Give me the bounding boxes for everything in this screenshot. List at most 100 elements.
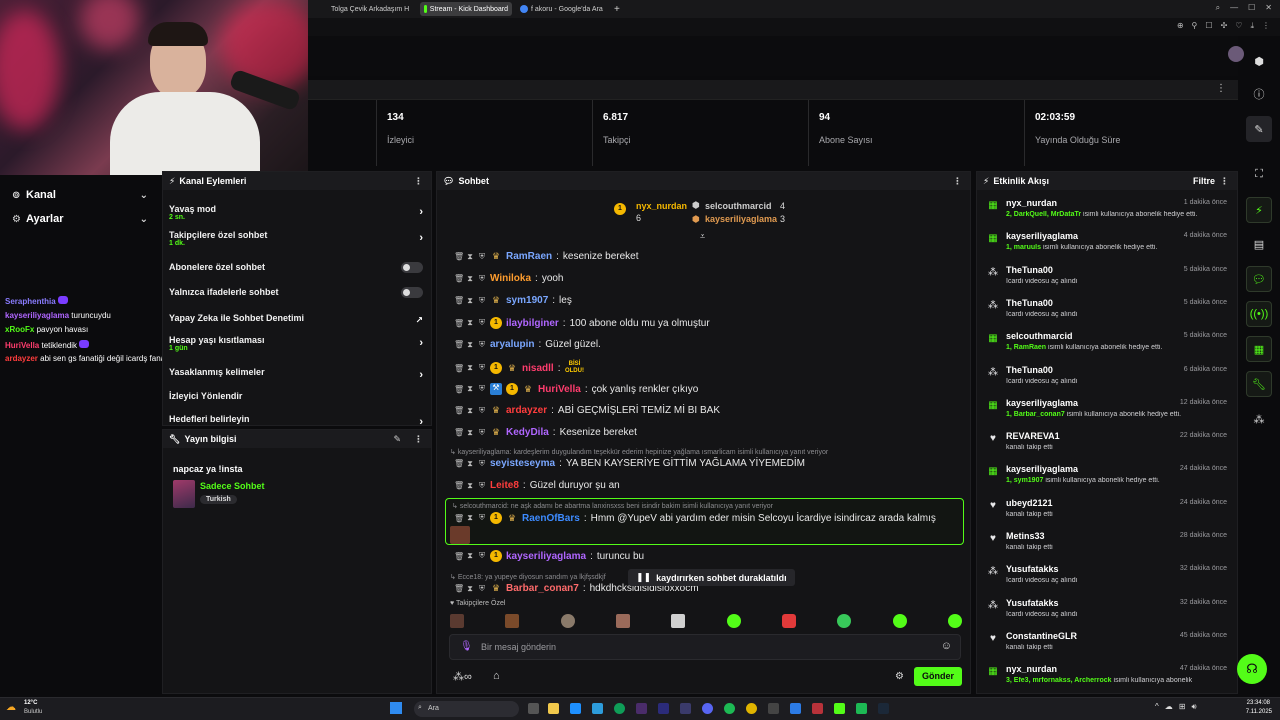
emoji-icon[interactable]: ☺ [941,640,952,652]
wrench-icon[interactable]: 🔧︎ [1246,371,1272,397]
delete-icon[interactable]: 🗑︎ [454,584,464,593]
ban-icon[interactable]: ⛨ [478,551,486,561]
timeout-icon[interactable]: ⧗ [466,318,474,328]
premiere-icon[interactable] [658,703,669,714]
delete-icon[interactable]: 🗑︎ [454,252,464,261]
chat-username[interactable]: seyisteseyma [490,458,555,469]
chrome-icon[interactable] [746,703,757,714]
store-app-icon[interactable] [592,703,603,714]
system-tray-icons[interactable]: ^☁⊞🔊︎ [1155,702,1203,712]
windows-start-icon[interactable] [390,702,402,714]
collapse-icon[interactable]: ⩡ [700,231,705,242]
emote-icon[interactable] [615,614,630,628]
kick-app-icon[interactable] [834,703,845,714]
chat-username[interactable]: aryalupin [490,339,534,350]
activity-item[interactable]: ⁂ TheTuna00 5 dakika önce İcardi videosu aç… [984,296,1229,329]
extensions-icon[interactable]: ✣ [1221,21,1228,31]
menu-icon[interactable]: ⋮ [1262,21,1270,31]
delete-icon[interactable]: 🗑︎ [454,481,464,490]
emote-icon[interactable] [781,614,796,628]
subscribers-only-toggle[interactable] [401,262,423,273]
chat-input-box[interactable]: 🎙︎ Bir mesaj gönderin ☺ [449,634,961,660]
activity-username[interactable]: Metins33 [1006,531,1045,541]
delete-icon[interactable]: 🗑︎ [454,296,464,305]
kick-logo-icon[interactable]: ⬢ [1246,48,1272,74]
activity-item[interactable]: ♥ REVAREVA1 22 dakika önce kanalı takip ett… [984,429,1229,462]
activity-item[interactable]: ♥ Metins33 28 dakika önce kanalı takip etti [984,529,1229,562]
timeout-icon[interactable]: ⧗ [466,384,474,394]
delete-icon[interactable]: 🗑︎ [454,428,464,437]
slow-mode-row[interactable]: Yavaş mod 2 sn. › [169,204,423,221]
chat-username[interactable]: ardayzer [506,405,547,416]
chat-username[interactable]: Barbar_conan7 [506,583,579,594]
emote-icon[interactable] [505,614,520,628]
fullscreen-icon[interactable]: ⛶ [1246,161,1272,187]
delete-icon[interactable]: 🗑︎ [454,514,464,523]
browser-tab-youtube[interactable]: Tolga Çevik Arkadaşım H [324,2,412,16]
maximize-icon[interactable]: ☐ [1248,3,1255,13]
activity-username[interactable]: kayseriliyaglama [1006,398,1078,408]
timeout-icon[interactable]: ⧗ [466,428,474,438]
edge-icon[interactable] [614,703,625,714]
ban-icon[interactable]: ⛨ [478,428,486,438]
more-icon[interactable]: ⋮ [1220,176,1229,187]
activity-item[interactable]: ⁂ Yusufatakks 32 dakika önce İcardi videosu… [984,562,1229,595]
chat-username[interactable]: ilaybilginer [506,318,559,329]
app-icon[interactable] [768,703,779,714]
chat-username[interactable]: Winiloka [490,273,531,284]
zoom-icon[interactable]: ⊕ [1177,21,1184,31]
emote-icon[interactable] [671,614,686,628]
broadcast-icon[interactable]: ((•)) [1246,301,1272,327]
timeout-icon[interactable]: ⧗ [466,296,474,306]
ban-icon[interactable]: ⛨ [478,274,486,284]
info-icon[interactable]: ⓘ [1246,81,1272,107]
delete-icon[interactable]: 🗑︎ [454,274,464,283]
activity-item[interactable]: ▦ nyx_nurdan 1 dakika önce 2, DarkQuell, Mr… [984,196,1229,229]
gear-icon[interactable]: ⚙ [895,671,904,682]
explorer-icon[interactable] [548,703,559,714]
activity-item[interactable]: ♥ ubeyd2121 24 dakika önce kanalı takip ett… [984,496,1229,529]
chat-username[interactable]: Leite8 [490,480,519,491]
chat-username[interactable]: kayseriliyaglama [506,551,586,562]
minimize-icon[interactable]: — [1230,3,1238,13]
activity-item[interactable]: ▦ kayseriliyaglama 24 dakika önce 1, sym190… [984,462,1229,495]
activity-item[interactable]: ▦ nyx_nurdan 47 dakika önce 3, Efe3, mrforn… [984,662,1229,695]
ban-icon[interactable]: ⛨ [478,363,486,373]
timeout-icon[interactable]: ⧗ [466,274,474,284]
apps-icon[interactable]: ⁂ [1246,406,1272,432]
ban-icon[interactable]: ⛨ [478,296,486,306]
ban-icon[interactable]: ⛨ [478,481,486,491]
activity-username[interactable]: selcouthmarcid [1006,331,1073,341]
ban-icon[interactable]: ⛨ [478,384,486,394]
steam-icon[interactable] [878,703,889,714]
activity-username[interactable]: ConstantineGLR [1006,631,1077,641]
emote-icon[interactable] [837,614,852,628]
app-icon[interactable] [856,703,867,714]
taskview-icon[interactable] [528,703,539,714]
timeout-icon[interactable]: ⧗ [466,551,474,561]
activity-username[interactable]: ubeyd2121 [1006,498,1053,508]
users-icon[interactable]: ⁂∞ [453,670,472,683]
chat-username[interactable]: KedyDila [506,427,549,438]
activity-username[interactable]: TheTuna00 [1006,298,1053,308]
banned-words-row[interactable]: Yasaklanmış kelimeler › [169,367,423,381]
delete-icon[interactable]: 🗑︎ [454,319,464,328]
ban-icon[interactable]: ⛨ [478,584,486,594]
chat-username[interactable]: HuriVella [538,384,581,395]
new-tab-button[interactable]: + [610,2,624,16]
more-icon[interactable]: ⋮ [1216,83,1226,94]
bookmark-icon[interactable]: ☐ [1205,21,1212,31]
emote-icon[interactable] [726,614,741,628]
activity-item[interactable]: ⁂ TheTuna00 6 dakika önce İcardi videosu aç… [984,363,1229,396]
delete-icon[interactable]: 🗑︎ [454,552,464,561]
more-icon[interactable]: ⋮ [414,434,423,445]
activity-username[interactable]: REVAREVA1 [1006,431,1060,441]
activity-username[interactable]: kayseriliyaglama [1006,464,1078,474]
browser-tab-google[interactable]: f akoru - Google'da Ara [516,2,608,16]
microphone-icon[interactable]: 🎙︎ [460,641,473,652]
more-icon[interactable]: ⋮ [414,176,423,187]
chat-username[interactable]: nisadll [522,363,554,374]
activity-username[interactable]: nyx_nurdan [1006,664,1057,674]
activity-username[interactable]: nyx_nurdan [1006,198,1057,208]
clipboard-icon[interactable]: ▤ [1246,231,1272,257]
